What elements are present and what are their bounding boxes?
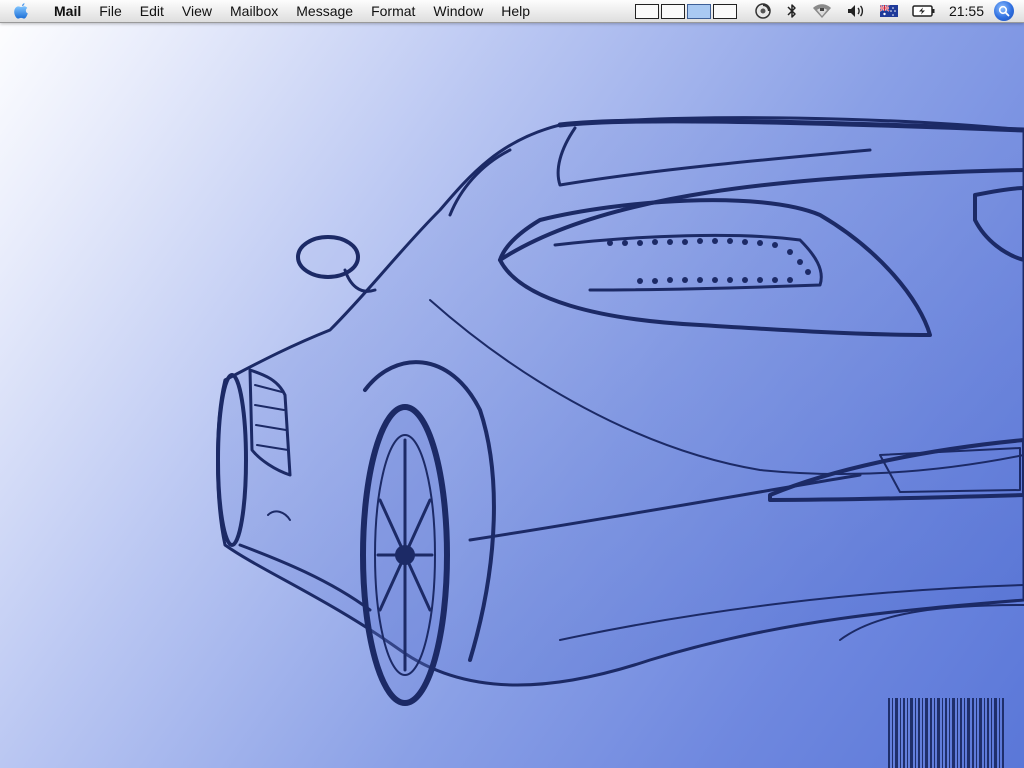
menu-mailbox[interactable]: Mailbox	[221, 0, 287, 22]
menu-format[interactable]: Format	[362, 0, 424, 22]
space-1[interactable]	[634, 3, 659, 19]
menu-app-mail[interactable]: Mail	[42, 0, 90, 22]
australia-flag-icon[interactable]	[879, 0, 898, 22]
wifi-icon[interactable]	[812, 0, 832, 22]
battery-charging-icon[interactable]	[912, 0, 936, 22]
menu-clock[interactable]: 21:55	[949, 3, 984, 19]
spotlight-icon[interactable]	[994, 1, 1014, 21]
volume-icon[interactable]	[846, 0, 866, 22]
menu-message[interactable]: Message	[287, 0, 362, 22]
menu-edit[interactable]: Edit	[131, 0, 173, 22]
space-3-active[interactable]	[686, 3, 711, 19]
menu-view[interactable]: View	[173, 0, 221, 22]
space-4[interactable]	[712, 3, 737, 19]
bluetooth-icon[interactable]	[786, 0, 798, 22]
menu-bar: Mail File Edit View Mailbox Message Form…	[0, 0, 1024, 23]
apple-logo-icon	[14, 3, 28, 19]
desktop: Mail File Edit View Mailbox Message Form…	[0, 0, 1024, 768]
barcode-decal	[888, 698, 1004, 768]
wallpaper-car-sketch	[216, 116, 1024, 706]
apple-menu-button[interactable]	[0, 0, 42, 22]
spaces-switcher[interactable]	[634, 3, 739, 19]
clipboard-spinner-icon[interactable]	[754, 0, 772, 22]
space-2[interactable]	[660, 3, 685, 19]
menu-file[interactable]: File	[90, 0, 131, 22]
menu-window[interactable]: Window	[424, 0, 492, 22]
menu-help[interactable]: Help	[492, 0, 539, 22]
